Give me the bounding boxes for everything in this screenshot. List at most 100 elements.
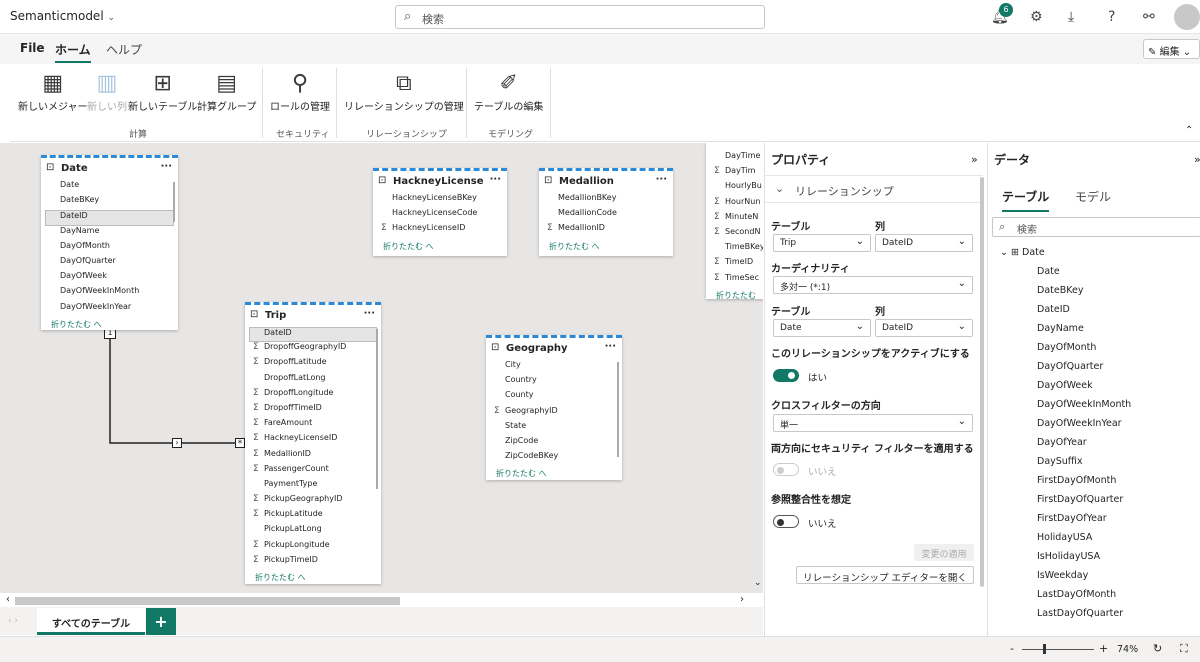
field-row[interactable]: Σ MinuteN <box>706 212 763 227</box>
field-row[interactable]: Σ DropoffLongitude <box>245 388 381 403</box>
table-card-date[interactable]: ⊡ Date ··· Date DateBKey DateID DayName DayOfM… <box>41 155 178 330</box>
scrollbar-thumb[interactable] <box>15 597 400 605</box>
field-row[interactable]: County <box>486 390 622 405</box>
field-row[interactable]: Σ TimeSec <box>706 273 763 288</box>
more-options-icon[interactable]: ··· <box>490 174 501 185</box>
data-field-item[interactable]: DayOfWeekInYear <box>1037 418 1122 429</box>
field-row[interactable]: DateID <box>249 327 377 343</box>
edit-table-button[interactable]: ✐ テーブルの編集 <box>474 70 543 113</box>
crossfilter-select[interactable]: 単一 ⌄ <box>773 414 973 432</box>
integrity-toggle[interactable] <box>773 515 799 528</box>
cardinality-select[interactable]: 多対一 (*:1) ⌄ <box>773 276 973 294</box>
field-row[interactable]: ZipCodeBKey <box>486 451 622 466</box>
scroll-down-icon[interactable]: ⌄ <box>754 578 762 588</box>
reset-view-icon[interactable]: ↻ <box>1153 642 1162 655</box>
new-measure-button[interactable]: ▦ 新しいメジャー <box>18 70 88 113</box>
data-field-item[interactable]: DayName <box>1037 323 1084 334</box>
column1-select[interactable]: DateID ⌄ <box>875 234 973 252</box>
collapse-link[interactable]: 折りたたむ へ <box>539 239 673 252</box>
zoom-in-button[interactable]: + <box>1099 642 1108 655</box>
more-options-icon[interactable]: ··· <box>605 341 616 352</box>
collapse-ribbon-icon[interactable]: ⌃ <box>1185 125 1193 136</box>
field-row[interactable]: DayName <box>41 226 178 241</box>
data-field-item[interactable]: DayOfWeek <box>1037 380 1093 391</box>
field-row[interactable]: Σ DropoffGeographyID <box>245 342 381 357</box>
data-field-item[interactable]: HolidayUSA <box>1037 532 1092 543</box>
collapse-link[interactable]: 折りたたむ へ <box>41 317 178 330</box>
data-field-item[interactable]: Date <box>1037 266 1060 277</box>
table2-select[interactable]: Date ⌄ <box>773 319 871 337</box>
manage-roles-button[interactable]: ⚲ ロールの管理 <box>270 70 330 113</box>
data-field-item[interactable]: FirstDayOfQuarter <box>1037 494 1123 505</box>
share-icon[interactable]: ⚯ <box>1143 9 1155 25</box>
collapse-link[interactable]: 折りたたむ へ <box>373 239 507 252</box>
field-row[interactable]: Σ DropoffTimeID <box>245 403 381 418</box>
data-field-item[interactable]: DayOfQuarter <box>1037 361 1103 372</box>
search-input[interactable]: ⌕ 検索 <box>395 5 765 29</box>
table-card-medallion[interactable]: ⊡ Medallion ··· MedallionBKey MedallionCode… <box>539 168 673 256</box>
data-field-item[interactable]: FirstDayOfMonth <box>1037 475 1116 486</box>
field-row[interactable]: Σ PickupLatitude <box>245 509 381 524</box>
field-row[interactable]: DateID <box>45 210 174 226</box>
collapse-pane-icon[interactable]: » <box>971 153 978 166</box>
scrollbar[interactable] <box>173 182 175 222</box>
manage-relationships-button[interactable]: ⧉ リレーションシップの管理 <box>344 70 464 113</box>
field-row[interactable]: DayTime <box>706 151 763 166</box>
field-row[interactable]: DateBKey <box>41 195 178 210</box>
data-field-item[interactable]: DateBKey <box>1037 285 1083 296</box>
app-title[interactable]: Semanticmodel ⌄ <box>10 9 115 23</box>
field-row[interactable]: HackneyLicenseCode <box>373 208 507 223</box>
field-row[interactable]: MedallionBKey <box>539 193 673 208</box>
zoom-slider[interactable] <box>1022 649 1094 650</box>
field-row[interactable]: Country <box>486 375 622 390</box>
tab-tables[interactable]: テーブル <box>1002 188 1050 212</box>
data-field-item[interactable]: DaySuffix <box>1037 456 1083 467</box>
field-row[interactable]: ZipCode <box>486 436 622 451</box>
scrollbar[interactable] <box>376 329 378 489</box>
menu-file[interactable]: File <box>20 41 45 55</box>
table-card-geography[interactable]: ⊡ Geography ··· City Country County Σ Geograph… <box>486 335 622 480</box>
field-row[interactable]: MedallionCode <box>539 208 673 223</box>
field-row[interactable]: Σ DayTim <box>706 166 763 181</box>
field-row[interactable]: Σ FareAmount <box>245 418 381 433</box>
new-table-button[interactable]: ⊞ 新しいテーブル <box>128 70 197 113</box>
collapse-link[interactable]: 折りたたむ へ <box>706 288 763 299</box>
field-row[interactable]: Σ MedallionID <box>245 449 381 464</box>
field-row[interactable]: Σ HackneyLicenseID <box>373 223 507 238</box>
scroll-left-icon[interactable]: ‹ <box>6 594 10 605</box>
field-row[interactable]: Σ TimeID <box>706 257 763 272</box>
model-canvas[interactable]: 1 › * ⊡ Date ··· Date DateBKey DateID DayName… <box>0 143 763 593</box>
field-row[interactable]: Σ MedallionID <box>539 223 673 238</box>
data-field-item[interactable]: LastDayOfQuarter <box>1037 608 1123 619</box>
field-row[interactable]: DayOfWeekInYear <box>41 302 178 317</box>
field-row[interactable]: DropoffLatLong <box>245 373 381 388</box>
field-row[interactable]: HourlyBu <box>706 181 763 196</box>
field-row[interactable]: DayOfMonth <box>41 241 178 256</box>
avatar[interactable] <box>1174 4 1200 30</box>
field-row[interactable]: Σ PassengerCount <box>245 464 381 479</box>
table-card-trip[interactable]: ⊡ Trip ··· DateID Σ DropoffGeographyID Σ Dropo… <box>245 302 381 584</box>
field-row[interactable]: Σ SecondN <box>706 227 763 242</box>
tab-prev-icon[interactable]: ‹ › <box>8 616 18 626</box>
column2-select[interactable]: DateID ⌄ <box>875 319 973 337</box>
table1-select[interactable]: Trip ⌄ <box>773 234 871 252</box>
data-field-item[interactable]: DayOfMonth <box>1037 342 1096 353</box>
more-options-icon[interactable]: ··· <box>364 308 375 319</box>
table-card-hackneylicense[interactable]: ⊡ HackneyLicense ··· HackneyLicenseBKey Hac… <box>373 168 507 256</box>
data-field-item[interactable]: FirstDayOfYear <box>1037 513 1107 524</box>
data-field-item[interactable]: IsWeekday <box>1037 570 1088 581</box>
data-field-item[interactable]: IsHolidayUSA <box>1037 551 1100 562</box>
data-field-item[interactable]: LastDayOfMonth <box>1037 589 1116 600</box>
zoom-out-button[interactable]: - <box>1010 642 1014 655</box>
collapse-pane-icon[interactable]: » <box>1194 153 1200 166</box>
data-field-item[interactable]: DateID <box>1037 304 1070 315</box>
more-options-icon[interactable]: ··· <box>656 174 667 185</box>
data-field-item[interactable]: DayOfWeekInMonth <box>1037 399 1131 410</box>
collapse-link[interactable]: 折りたたむ へ <box>486 466 622 479</box>
field-row[interactable]: DayOfWeekInMonth <box>41 286 178 301</box>
menu-home[interactable]: ホーム <box>55 41 91 63</box>
menu-help[interactable]: ヘルプ <box>106 41 142 58</box>
calc-group-button[interactable]: ▤ 計算グループ <box>197 70 256 113</box>
relationship-line[interactable] <box>109 328 245 444</box>
field-row[interactable]: HackneyLicenseBKey <box>373 193 507 208</box>
